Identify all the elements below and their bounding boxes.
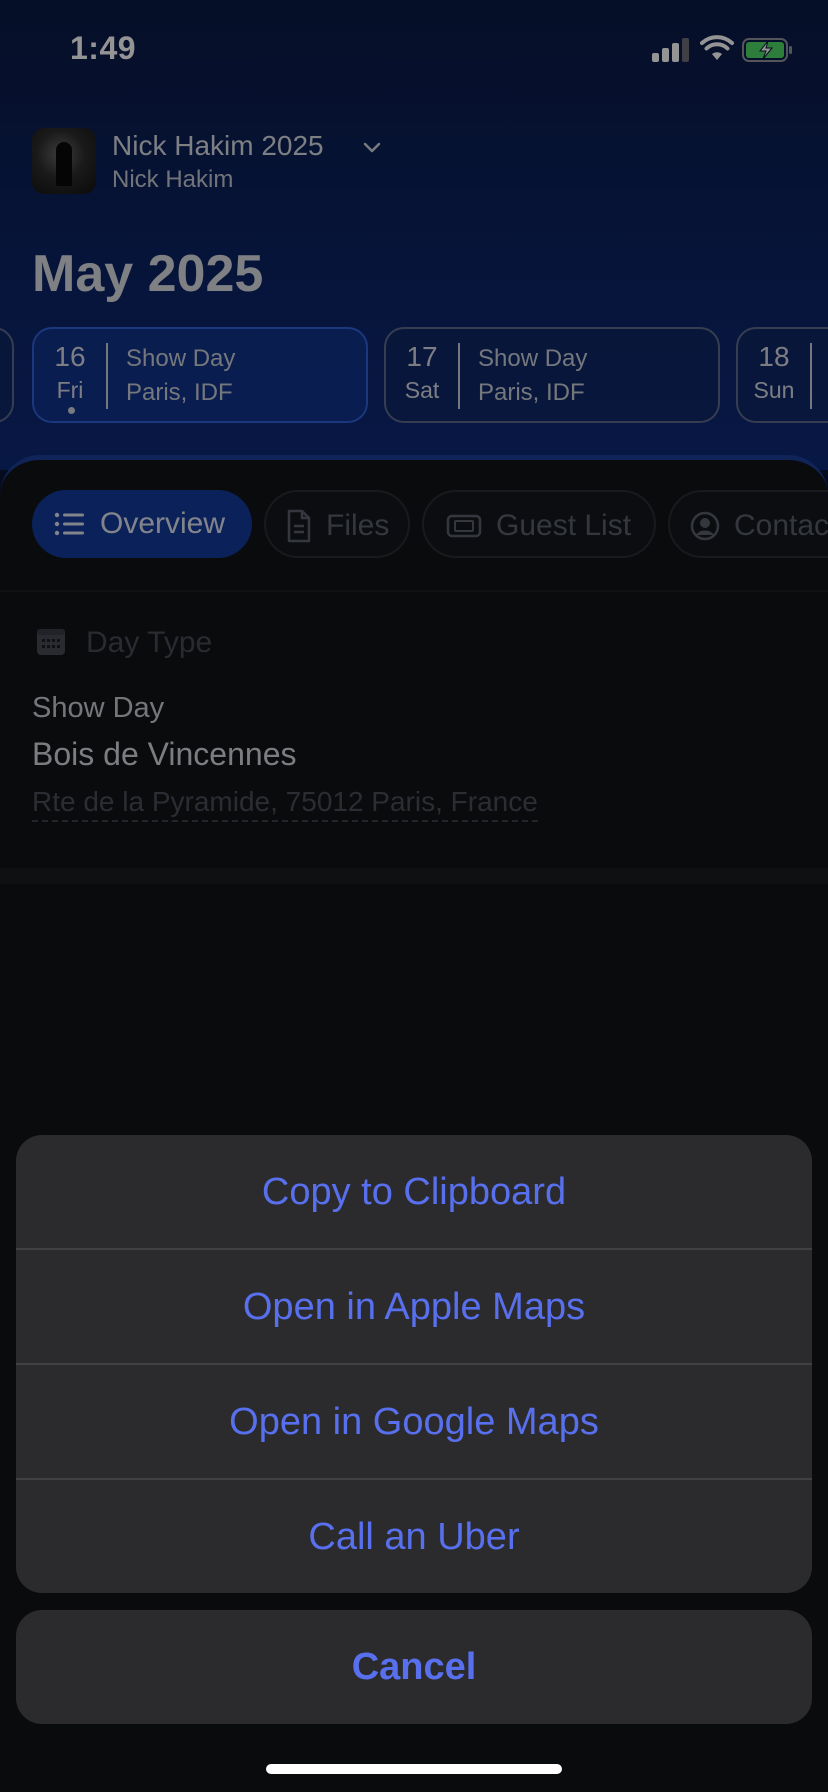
home-indicator[interactable] bbox=[266, 1764, 562, 1774]
cancel-button[interactable]: Cancel bbox=[16, 1610, 812, 1724]
open-google-maps-button[interactable]: Open in Google Maps bbox=[16, 1365, 812, 1479]
call-uber-button[interactable]: Call an Uber bbox=[16, 1480, 812, 1593]
action-sheet: Copy to Clipboard Open in Apple Maps Ope… bbox=[16, 1135, 812, 1593]
copy-to-clipboard-button[interactable]: Copy to Clipboard bbox=[16, 1135, 812, 1249]
app-screen: 1:49 Nick Hakim 2025 Nick Hakim May 2025 bbox=[0, 0, 828, 1792]
open-apple-maps-button[interactable]: Open in Apple Maps bbox=[16, 1250, 812, 1364]
